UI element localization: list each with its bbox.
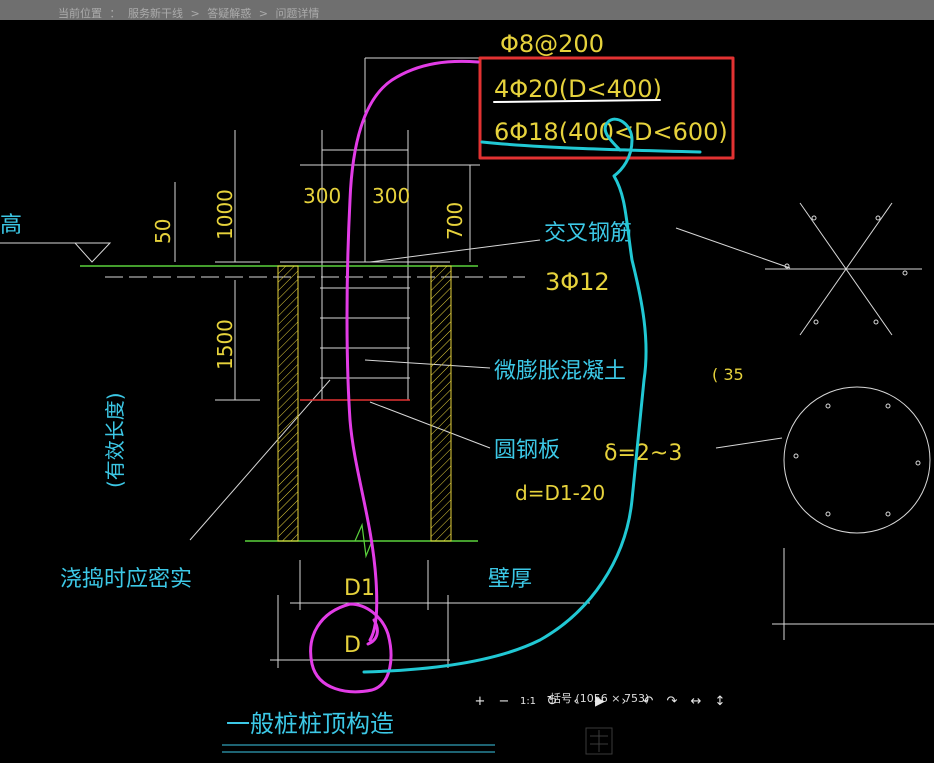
stirrup-spec-text: Φ8@200: [500, 30, 604, 58]
cross-bars-schematic: [765, 202, 922, 336]
label-d: D: [344, 633, 361, 658]
label-round-steel-plate: 圆钢板: [494, 438, 560, 463]
round-plate-schematic: [783, 386, 931, 534]
dimension-1500: 1500: [213, 319, 237, 370]
label-3phi12: 3Φ12: [545, 268, 610, 296]
label-cross-bars: 交叉钢筋: [544, 221, 632, 246]
drawing-title: 一般桩桩顶构造: [226, 710, 394, 738]
rotate-icon[interactable]: ↻: [540, 690, 564, 712]
zoom-in-button[interactable]: +: [468, 690, 492, 712]
zoom-out-button[interactable]: −: [492, 690, 516, 712]
pile-section: [73, 242, 495, 753]
label-wall-thickness: 壁厚: [488, 567, 532, 592]
watermark-stamp: [585, 727, 613, 755]
label-bracket-35: ( 35: [712, 365, 744, 384]
label-elevation-partial: 高: [0, 213, 22, 238]
rotate-left-icon[interactable]: ↶: [636, 690, 660, 712]
rebar-option-1-text: 4Φ20(D<400): [494, 75, 662, 103]
previous-icon[interactable]: ‹: [564, 690, 588, 712]
rotate-right-icon[interactable]: ↷: [660, 690, 684, 712]
flip-vertical-icon[interactable]: ↕: [708, 690, 732, 712]
play-icon[interactable]: ▶: [588, 690, 612, 712]
dimension-300-right: 300: [372, 184, 410, 208]
label-micro-expansion-concrete: 微膨胀混凝土: [494, 359, 626, 384]
dimension-700: 700: [443, 202, 467, 240]
dimension-300-left: 300: [303, 184, 341, 208]
label-effective-length: (有效长度): [103, 392, 127, 488]
viewer-toolbar: + − 1:1 ↻ ‹ ▶ › ↶ ↷ ↔ ↕: [468, 690, 732, 712]
breadcrumb-current: 问题详情: [275, 7, 320, 20]
breadcrumb-separator: >: [190, 7, 200, 20]
breadcrumb-label: 当前位置: [58, 7, 102, 20]
breadcrumb: 当前位置 ： 服务新干线 > 答疑解惑 > 问题详情: [58, 5, 323, 21]
top-bar: 当前位置 ： 服务新干线 > 答疑解惑 > 问题详情: [0, 0, 934, 20]
dimension-50: 50: [151, 219, 175, 244]
dimension-1000: 1000: [213, 189, 237, 240]
image-viewer: Φ8@200 4Φ20(D<400) 6Φ18(400<D<600) 300 3…: [0, 20, 934, 763]
actual-size-button[interactable]: 1:1: [516, 690, 540, 712]
breadcrumb-link-qa[interactable]: 答疑解惑: [207, 7, 251, 20]
next-icon[interactable]: ›: [612, 690, 636, 712]
cad-drawing: Φ8@200 4Φ20(D<400) 6Φ18(400<D<600) 300 3…: [0, 30, 934, 755]
label-d1: D1: [344, 576, 375, 601]
breadcrumb-separator: ：: [109, 7, 121, 20]
breadcrumb-separator: >: [258, 7, 268, 20]
magenta-annotation-stroke: [309, 59, 480, 694]
breadcrumb-link-service[interactable]: 服务新干线: [128, 7, 183, 20]
flip-horizontal-icon[interactable]: ↔: [684, 690, 708, 712]
label-d-formula: d=D1-20: [515, 481, 605, 505]
label-delta: δ=2~3: [604, 441, 682, 466]
label-compact-when-pouring: 浇捣时应密实: [60, 567, 192, 592]
